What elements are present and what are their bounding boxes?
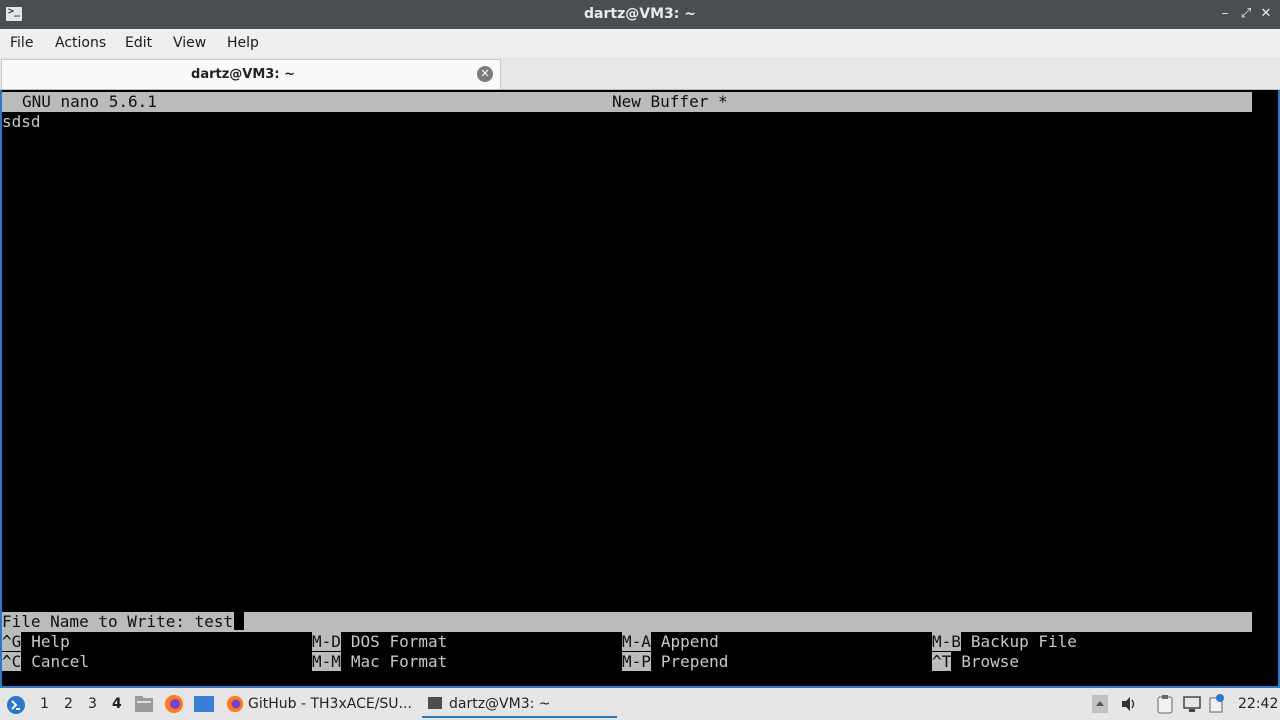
shortcut-label: Mac Format — [350, 652, 448, 671]
shortcut-key: M-B — [932, 632, 961, 651]
window-titlebar: >_ dartz@VM3: ~ – ⤢ ✕ — [0, 0, 1280, 29]
menu-help[interactable]: Help — [227, 35, 259, 51]
shortcut-prepend[interactable]: M-P Prepend — [622, 652, 728, 672]
shortcut-mac-format[interactable]: M-M Mac Format — [312, 652, 447, 672]
workspace-1[interactable]: 1 — [40, 696, 49, 712]
firefox-icon — [226, 695, 244, 713]
taskbar: 1 2 3 4 GitHub - TH3xACE/SU... dartz@VM3… — [0, 688, 1280, 720]
shortcut-label: Prepend — [660, 652, 729, 671]
tab-strip: dartz@VM3: ~ ✕ — [0, 57, 1280, 90]
shortcut-cancel[interactable]: ^C Cancel — [2, 652, 89, 672]
menu-edit[interactable]: Edit — [125, 35, 152, 51]
workspace-2[interactable]: 2 — [64, 696, 73, 712]
task-label: GitHub - TH3xACE/SU... — [248, 696, 412, 712]
prompt-label: File Name to Write: — [2, 612, 195, 631]
terminal-view[interactable]: GNU nano 5.6.1 New Buffer * sdsd File Na… — [0, 90, 1280, 688]
shortcut-label: Help — [31, 632, 70, 651]
shortcut-key: ^T — [932, 652, 952, 671]
clock[interactable]: 22:42 — [1238, 696, 1278, 712]
update-notifier-icon[interactable] — [1208, 693, 1226, 713]
nano-filename-prompt[interactable]: File Name to Write: test — [2, 612, 1252, 632]
nano-buffer-content[interactable]: sdsd — [2, 112, 41, 132]
file-manager-icon[interactable] — [134, 695, 154, 713]
workspace-3[interactable]: 3 — [88, 696, 97, 712]
close-button[interactable]: ✕ — [1257, 5, 1275, 23]
text-cursor — [234, 612, 245, 630]
shortcut-append[interactable]: M-A Append — [622, 632, 719, 652]
tray-expand-icon[interactable] — [1092, 695, 1108, 713]
terminal-icon — [428, 697, 442, 709]
shortcut-browse[interactable]: ^T Browse — [932, 652, 1019, 672]
shortcut-label: Browse — [961, 652, 1020, 671]
shortcut-label: Append — [660, 632, 719, 651]
shortcut-backup-file[interactable]: M-B Backup File — [932, 632, 1077, 652]
menu-bar: File Actions Edit View Help — [0, 29, 1280, 57]
shortcut-key: M-P — [622, 652, 651, 671]
window-title: dartz@VM3: ~ — [584, 6, 696, 22]
network-icon[interactable] — [1182, 695, 1202, 713]
menu-view[interactable]: View — [173, 35, 206, 51]
shortcut-key: M-D — [312, 632, 341, 651]
tab-close-icon[interactable]: ✕ — [477, 66, 493, 82]
shortcut-label: Cancel — [31, 652, 90, 671]
clipboard-icon[interactable] — [1156, 694, 1174, 714]
shortcut-key: ^C — [2, 652, 22, 671]
menu-file[interactable]: File — [10, 35, 33, 51]
firefox-icon[interactable] — [164, 694, 184, 714]
minimize-button[interactable]: – — [1216, 5, 1234, 23]
task-terminal[interactable]: dartz@VM3: ~ — [422, 692, 617, 718]
shortcut-help[interactable]: ^G Help — [2, 632, 70, 652]
prompt-input[interactable]: test — [195, 612, 234, 631]
workspace-4[interactable]: 4 — [112, 696, 122, 712]
shortcut-key: ^G — [2, 632, 22, 651]
shortcut-label: DOS Format — [350, 632, 448, 651]
nano-version: GNU nano 5.6.1 — [22, 92, 157, 111]
start-menu-icon[interactable] — [6, 695, 26, 715]
tab-label: dartz@VM3: ~ — [191, 67, 295, 82]
shortcut-label: Backup File — [970, 632, 1077, 651]
task-github-firefox[interactable]: GitHub - TH3xACE/SU... — [224, 692, 414, 716]
nano-buffer-name: New Buffer * — [612, 92, 728, 111]
shortcut-dos-format[interactable]: M-D DOS Format — [312, 632, 447, 652]
shortcut-key: M-M — [312, 652, 341, 671]
task-label: dartz@VM3: ~ — [449, 696, 551, 712]
shortcut-key: M-A — [622, 632, 651, 651]
menu-actions[interactable]: Actions — [55, 35, 106, 51]
maximize-button[interactable]: ⤢ — [1237, 5, 1255, 23]
volume-icon[interactable] — [1120, 695, 1138, 713]
nano-title-bar: GNU nano 5.6.1 New Buffer * — [2, 92, 1252, 112]
desktop-icon[interactable] — [193, 695, 215, 713]
tab-terminal[interactable]: dartz@VM3: ~ ✕ — [1, 59, 501, 89]
